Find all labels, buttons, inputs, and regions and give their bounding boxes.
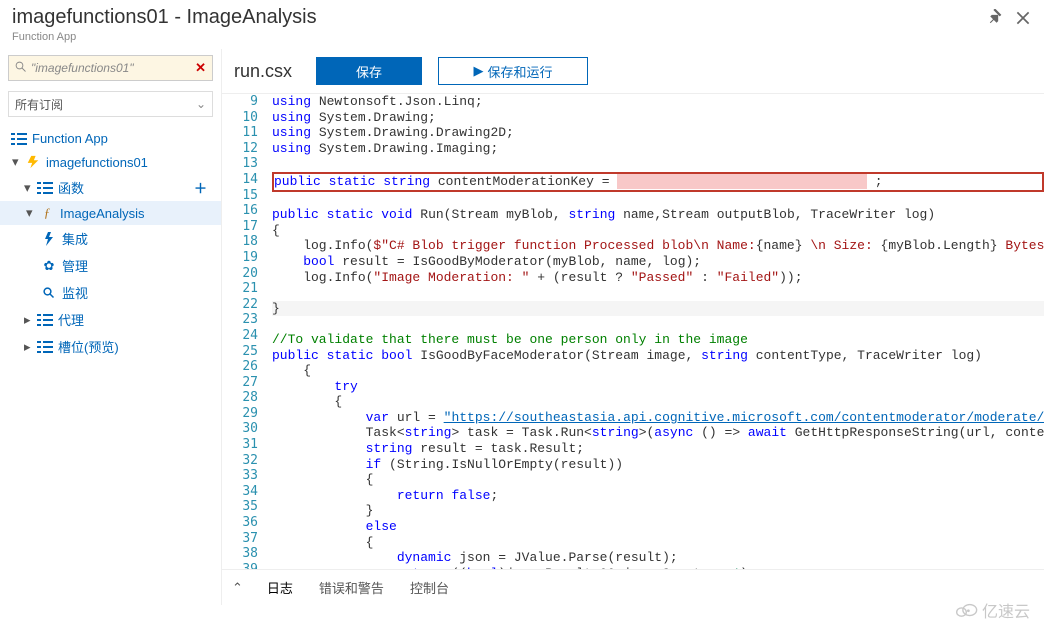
sidebar: ✕ 所有订阅 ⌄ Function App ▾ imagefunctions01… — [0, 49, 222, 605]
pin-icon[interactable] — [986, 9, 1004, 27]
tab-logs[interactable]: 日志 — [265, 574, 295, 601]
tree-slots[interactable]: ▸ 槽位(预览) — [0, 333, 221, 360]
filename-label: run.csx — [234, 61, 292, 82]
list-icon — [36, 314, 54, 326]
tree-label: ImageAnalysis — [60, 206, 145, 221]
search-input[interactable] — [31, 61, 195, 75]
tree-label: 集成 — [62, 229, 88, 248]
resource-tree: Function App ▾ imagefunctions01 ▾ 函数 ＋ ▾… — [0, 121, 221, 360]
page-title: imagefunctions01 - ImageAnalysis — [12, 6, 317, 29]
code-editor[interactable]: 9 10 11 12 13 14 15 16 17 18 19 20 21 22… — [222, 94, 1044, 569]
editor-toolbar: run.csx 保存 ▶ 保存和运行 — [222, 49, 1044, 94]
chevron-down-icon: ⌄ — [196, 97, 206, 111]
tree-label: 槽位(预览) — [58, 337, 119, 356]
tree-function-imageanalysis[interactable]: ▾ ƒ ImageAnalysis — [0, 201, 221, 225]
tree-label: Function App — [32, 131, 108, 146]
watermark-text: 亿速云 — [982, 598, 1030, 622]
function-app-icon — [24, 155, 42, 169]
search-input-wrap[interactable]: ✕ — [8, 55, 213, 81]
save-run-button[interactable]: ▶ 保存和运行 — [438, 57, 588, 85]
tab-console[interactable]: 控制台 — [408, 574, 451, 601]
tree-manage[interactable]: ✿ 管理 — [0, 252, 221, 279]
tree-label: 监视 — [62, 283, 88, 302]
breadcrumb[interactable]: Function App — [0, 31, 1044, 49]
expand-panel-icon[interactable]: ⌃ — [232, 580, 243, 596]
watermark: 亿速云 — [956, 598, 1030, 622]
gear-icon: ✿ — [40, 258, 58, 274]
bottom-panel-tabs: ⌃ 日志 错误和警告 控制台 — [222, 569, 1044, 605]
tree-label: 管理 — [62, 256, 88, 275]
save-run-button-label: 保存和运行 — [488, 62, 553, 81]
search-icon — [40, 287, 58, 299]
caret-icon: ▸ — [24, 312, 36, 328]
tree-label: 函数 — [58, 178, 84, 197]
tree-functions-group[interactable]: ▾ 函数 ＋ — [0, 174, 221, 201]
list-icon — [10, 133, 28, 145]
tree-integrate[interactable]: 集成 — [0, 225, 221, 252]
save-button-label: 保存 — [356, 62, 382, 81]
caret-icon: ▾ — [26, 205, 38, 221]
list-icon — [36, 341, 54, 353]
tree-label: 代理 — [58, 310, 84, 329]
caret-icon: ▸ — [24, 339, 36, 355]
bolt-icon — [40, 232, 58, 246]
subscription-dropdown[interactable]: 所有订阅 ⌄ — [8, 91, 213, 117]
tab-errors[interactable]: 错误和警告 — [317, 574, 386, 601]
clear-search-icon[interactable]: ✕ — [195, 60, 206, 76]
subscription-label: 所有订阅 — [15, 96, 63, 113]
close-icon[interactable] — [1014, 9, 1032, 27]
tree-proxy[interactable]: ▸ 代理 — [0, 306, 221, 333]
tree-monitor[interactable]: 监视 — [0, 279, 221, 306]
tree-app-node[interactable]: ▾ imagefunctions01 — [0, 150, 221, 174]
caret-icon: ▾ — [12, 154, 24, 170]
tree-function-app-root[interactable]: Function App — [0, 127, 221, 150]
caret-icon: ▾ — [24, 180, 36, 196]
play-icon: ▶ — [474, 63, 484, 79]
search-icon — [15, 61, 27, 76]
list-icon — [36, 182, 54, 194]
save-button[interactable]: 保存 — [316, 57, 422, 85]
tree-label: imagefunctions01 — [46, 155, 148, 170]
function-icon: ƒ — [38, 205, 56, 221]
add-function-button[interactable]: ＋ — [194, 178, 211, 197]
